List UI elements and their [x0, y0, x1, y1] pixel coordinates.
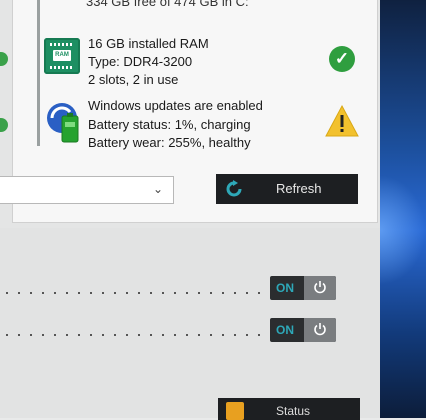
status-button-label: Status	[276, 404, 311, 418]
power-icon	[314, 281, 326, 294]
warning-icon	[325, 104, 359, 137]
ram-chip-label: RAM	[53, 50, 71, 61]
ram-pins-top	[50, 43, 74, 46]
chevron-down-icon[interactable]: ⌄	[153, 182, 163, 196]
shield-icon	[226, 402, 244, 420]
ram-pins-bottom	[50, 66, 74, 69]
toggle-on-label: ON	[276, 281, 294, 295]
check-circle-icon: ✓	[329, 46, 355, 72]
setting-toggle-2[interactable]: ON	[270, 318, 336, 342]
toggle-knob[interactable]	[304, 276, 336, 300]
ram-icon: RAM	[44, 38, 80, 74]
setting-row-leader	[6, 292, 268, 294]
setting-toggle-1[interactable]: ON	[270, 276, 336, 300]
refresh-button[interactable]: Refresh	[216, 174, 358, 204]
dropdown-select[interactable]: ⌄	[0, 176, 174, 204]
refresh-icon	[226, 180, 242, 197]
toggle-on-label: ON	[276, 323, 294, 337]
scrollbar[interactable]	[37, 0, 40, 146]
windows-updates-text: Windows updates are enabled	[88, 98, 263, 113]
ram-slots-text: 2 slots, 2 in use	[88, 72, 179, 87]
ram-type-text: Type: DDR4-3200	[88, 54, 193, 69]
battery-wear-text: Battery wear: 255%, healthy	[88, 135, 251, 150]
battery-status-text: Battery status: 1%, charging	[88, 117, 251, 132]
ram-installed-text: 16 GB installed RAM	[88, 36, 209, 51]
desktop-background	[380, 0, 426, 418]
refresh-label: Refresh	[276, 181, 322, 196]
setting-row-leader	[6, 334, 268, 336]
status-button[interactable]: Status	[218, 398, 360, 420]
toggle-knob[interactable]	[304, 318, 336, 342]
power-icon	[314, 323, 326, 336]
storage-text: 334 GB free of 474 GB in C:	[86, 0, 249, 9]
update-battery-icon	[47, 103, 79, 143]
